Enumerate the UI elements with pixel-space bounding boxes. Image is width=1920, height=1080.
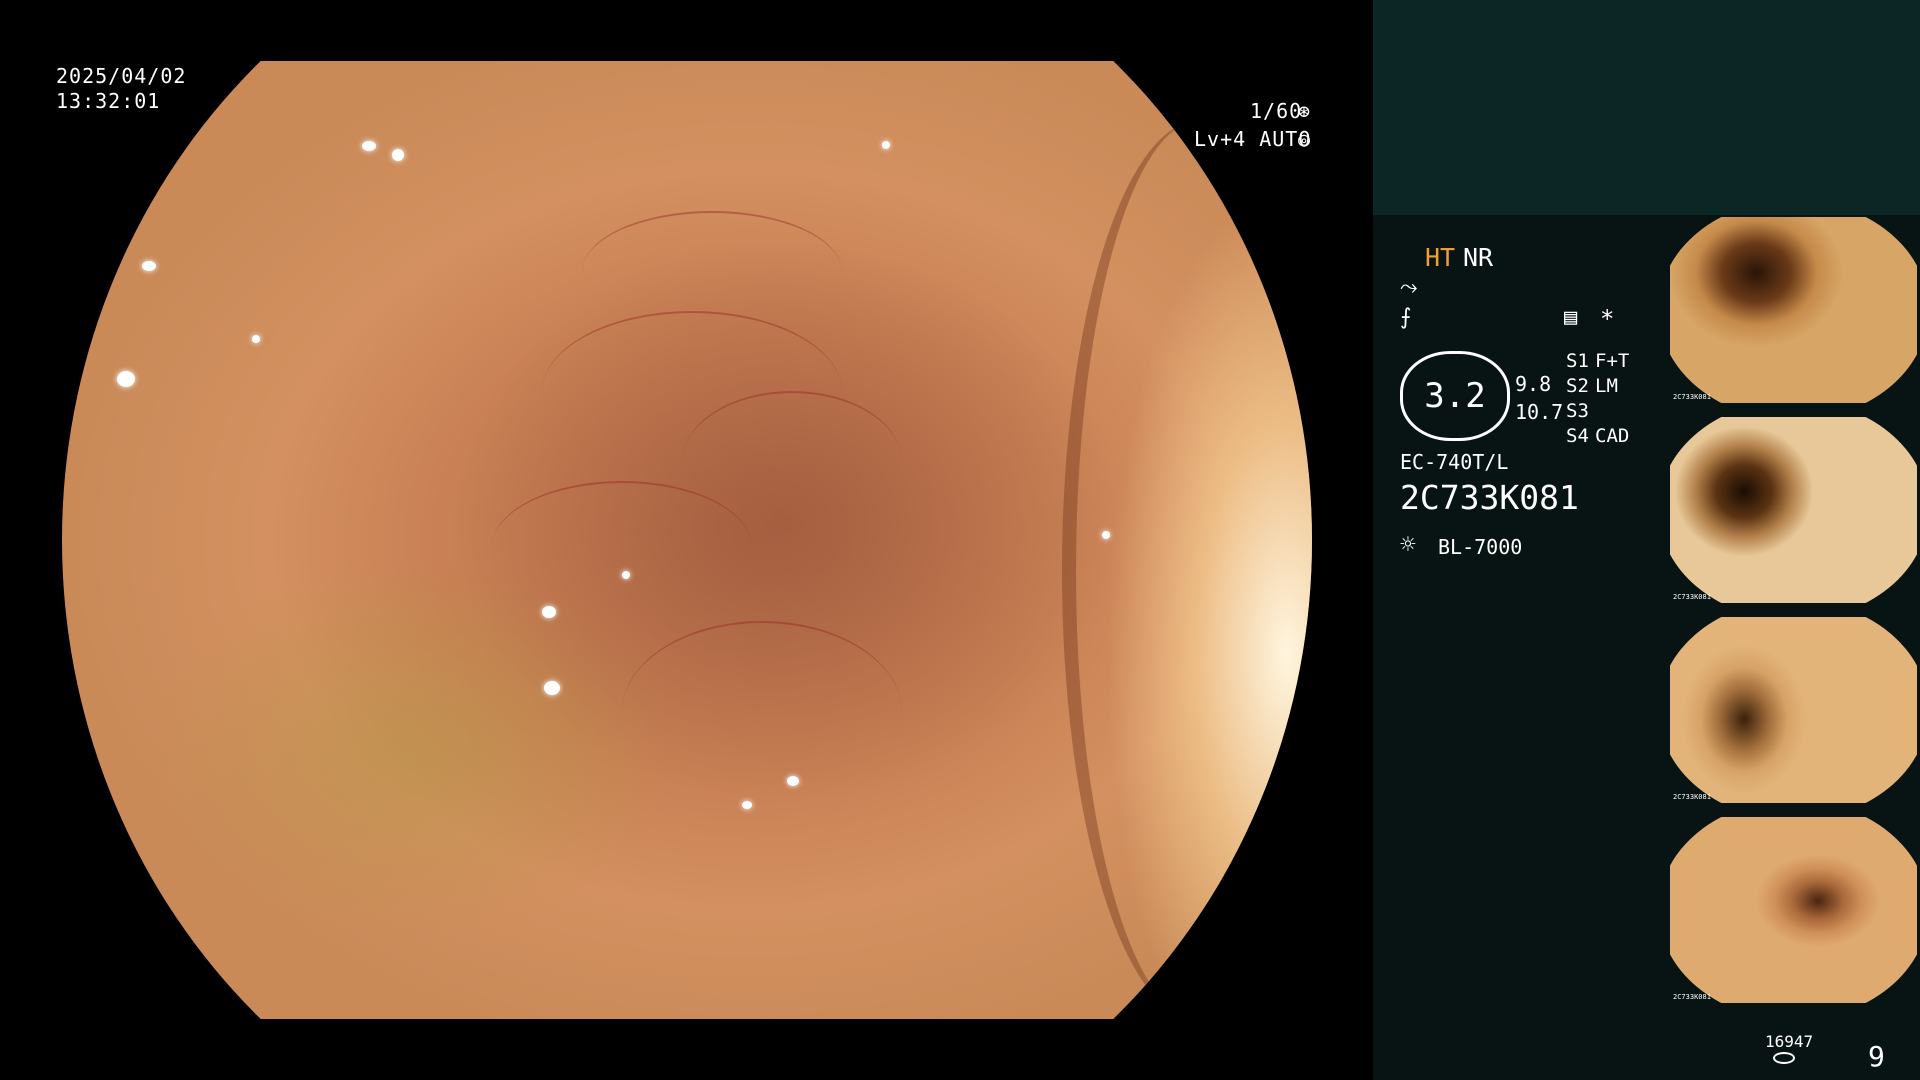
switch-4-value: CAD <box>1595 425 1630 447</box>
asterisk-icon: * <box>1600 305 1615 333</box>
thumbnail-4[interactable]: 2C733K081 <box>1670 817 1917 1003</box>
zoom-indicator: 3.2 <box>1400 351 1510 441</box>
thumbnail-caption: 2C733K081 <box>1673 993 1711 1001</box>
date-label: 2025/04/02 <box>56 64 187 88</box>
iris-icon: ◎ <box>1298 127 1312 151</box>
filter-icon: ⨍ <box>1400 305 1412 330</box>
value-b: 10.7 <box>1515 400 1564 424</box>
switch-2-value: LM <box>1595 375 1618 397</box>
switch-1-key: S1 <box>1566 350 1589 372</box>
ht-label: HT <box>1425 243 1456 272</box>
light-source: BL-7000 <box>1438 535 1523 559</box>
shutter-icon: ⊛ <box>1298 99 1312 123</box>
thumbnail-1[interactable]: 2C733K081 <box>1670 217 1917 403</box>
wave-icon: ⤳ <box>1400 275 1418 300</box>
endoscope-live-view <box>62 61 1312 1019</box>
thumbnail-2[interactable]: 2C733K081 <box>1670 417 1917 603</box>
level-mode-label: Lv+4 AUTO <box>1194 127 1312 151</box>
scope-model: EC-740T/L <box>1400 450 1509 474</box>
time-label: 13:32:01 <box>56 89 161 113</box>
thumbnail-caption: 2C733K081 <box>1673 593 1711 601</box>
thumbnail-3[interactable]: 2C733K081 <box>1670 617 1917 803</box>
switch-2-key: S2 <box>1566 375 1589 397</box>
zoom-value: 3.2 <box>1424 376 1486 416</box>
nr-label: NR <box>1463 243 1494 272</box>
menu-icon: ▤ <box>1564 305 1578 330</box>
switch-1-value: F+T <box>1595 350 1630 372</box>
shutter-label: 1/60 <box>1250 99 1303 123</box>
switch-3-key: S3 <box>1566 400 1589 422</box>
right-top-panel <box>1373 0 1920 215</box>
page-number: 9 <box>1868 1040 1885 1073</box>
scope-serial: 2C733K081 <box>1400 478 1579 517</box>
thumbnail-caption: 2C733K081 <box>1673 793 1711 801</box>
value-a: 9.8 <box>1515 372 1552 396</box>
thumbnail-caption: 2C733K081 <box>1673 393 1711 401</box>
storage-icon <box>1773 1052 1795 1064</box>
switch-4-key: S4 <box>1566 425 1589 447</box>
light-icon: ☼ <box>1400 530 1416 560</box>
storage-count: 16947 <box>1765 1032 1814 1051</box>
